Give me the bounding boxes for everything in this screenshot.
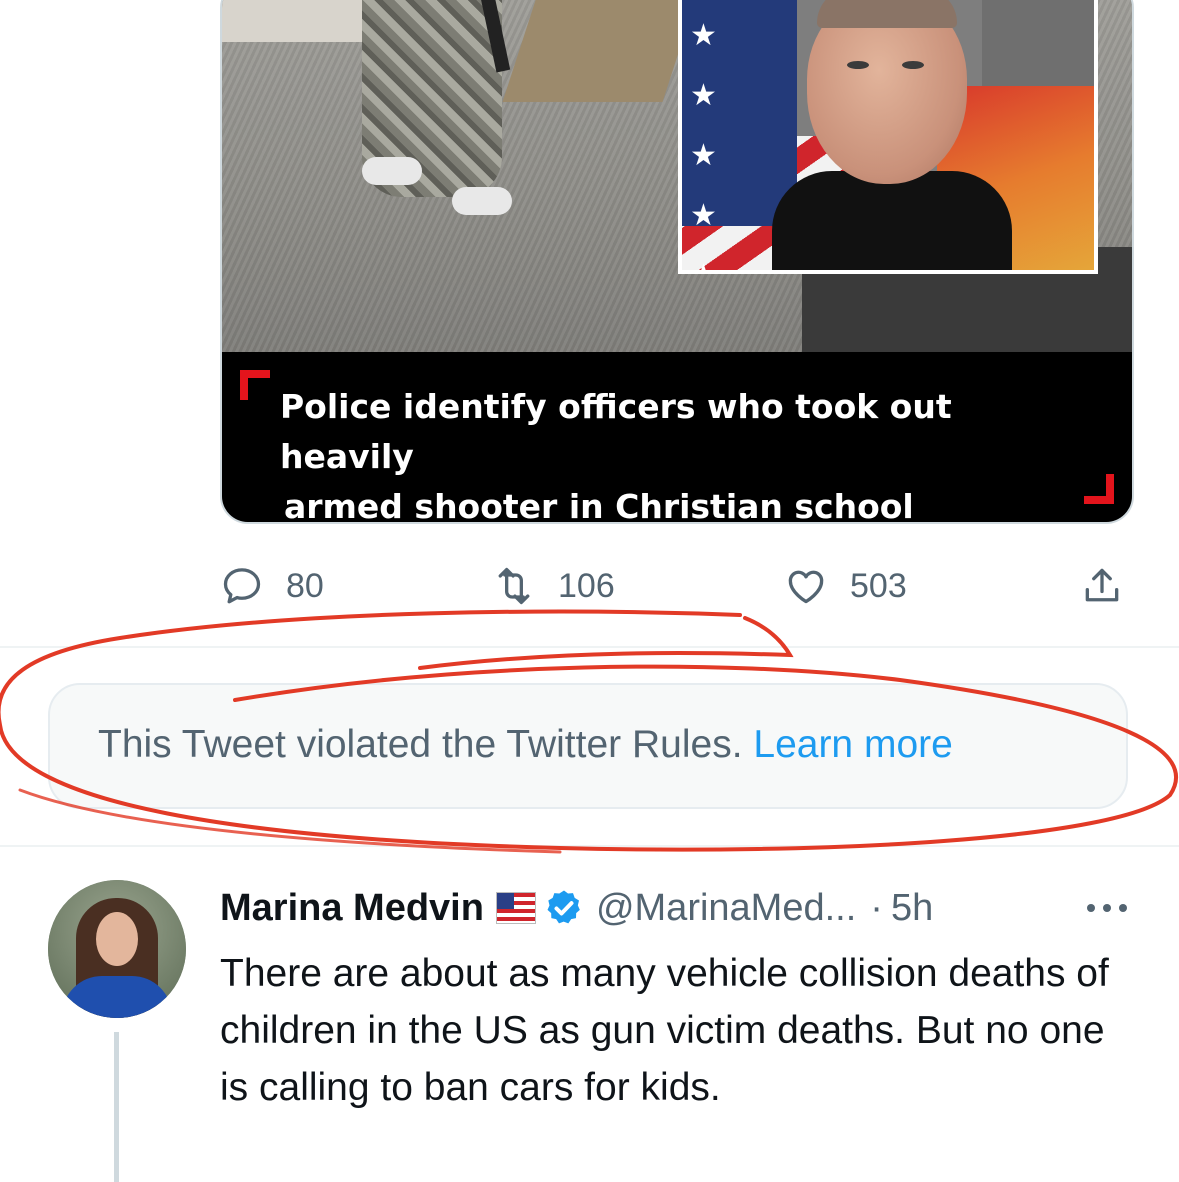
tweet-text: There are about as many vehicle collisio… bbox=[220, 952, 1109, 1109]
verified-badge-icon bbox=[547, 890, 580, 924]
reply-count: 80 bbox=[286, 566, 324, 605]
like-button[interactable]: 503 bbox=[784, 560, 907, 612]
tweet-header: Marina Medvin @MarinaMed... · 5h bbox=[220, 884, 933, 932]
notice-text: This Tweet violated the Twitter Rules. bbox=[98, 723, 743, 766]
author-handle[interactable]: @MarinaMed... bbox=[596, 887, 856, 930]
photo-officer-portrait: ★ ★ ★ ★ ★ bbox=[678, 0, 1098, 274]
media-caption: Police identify officers who took out he… bbox=[222, 352, 1132, 522]
share-icon bbox=[1085, 568, 1119, 602]
learn-more-link[interactable]: Learn more bbox=[753, 723, 952, 766]
reply-icon bbox=[223, 568, 261, 604]
tweet-action-bar: 80 106 503 bbox=[220, 560, 1130, 612]
retweet-icon bbox=[498, 567, 530, 605]
retweet-count: 106 bbox=[558, 566, 615, 605]
divider bbox=[0, 646, 1179, 648]
caption-line-2: armed shooter in Christian school rampag… bbox=[284, 487, 914, 524]
retweet-button[interactable]: 106 bbox=[492, 560, 615, 612]
tweet-violation-notice: This Tweet violated the Twitter Rules. L… bbox=[48, 683, 1128, 809]
like-icon bbox=[788, 570, 824, 604]
caption-line-1: Police identify officers who took out he… bbox=[280, 387, 952, 476]
caption-corner-bottom-right bbox=[1084, 474, 1114, 504]
author-name[interactable]: Marina Medvin bbox=[220, 887, 484, 930]
separator-dot: · bbox=[870, 886, 883, 929]
caption-corner-top-left bbox=[240, 370, 270, 400]
thread-line bbox=[114, 1032, 119, 1182]
us-flag-icon bbox=[495, 892, 536, 924]
media-card[interactable]: ★ ★ ★ ★ ★ Police identify officers who t… bbox=[220, 0, 1134, 524]
more-options-icon[interactable] bbox=[1082, 896, 1132, 920]
share-button[interactable] bbox=[1080, 560, 1124, 612]
divider bbox=[0, 845, 1179, 847]
tweet-time[interactable]: 5h bbox=[891, 887, 933, 930]
like-count: 503 bbox=[850, 566, 907, 605]
avatar[interactable] bbox=[48, 880, 186, 1018]
reply-button[interactable]: 80 bbox=[220, 560, 324, 612]
